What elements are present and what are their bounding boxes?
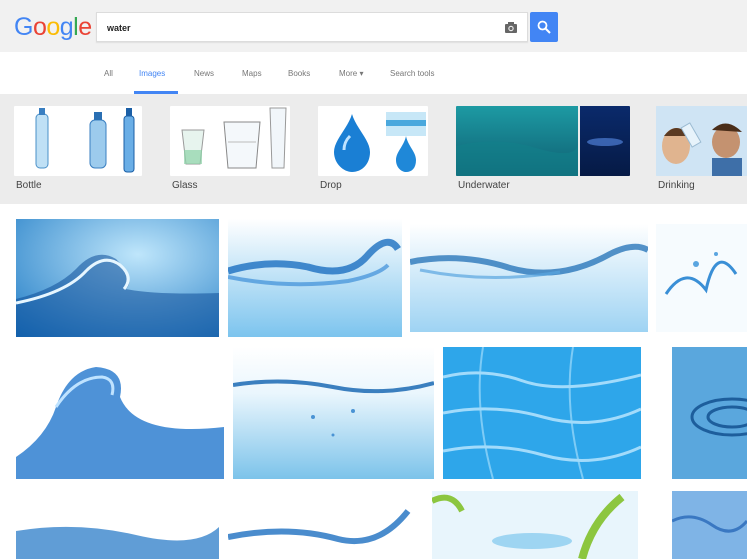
top-bar: Google [0,0,747,53]
google-logo[interactable]: Google [14,13,92,42]
image-result[interactable] [656,224,747,332]
image-result[interactable] [16,491,219,559]
water-wave-image [228,219,402,337]
related-label-drop[interactable]: Drop [320,180,342,191]
water-surface-image [233,347,434,479]
magnifier-icon [537,20,551,34]
image-result[interactable] [16,219,219,337]
water-wave-image [16,219,219,337]
water-texture-image [672,491,747,559]
image-result[interactable] [410,224,648,332]
related-chip-underwater[interactable] [456,106,630,176]
water-ripple-image [672,347,747,479]
tab-maps[interactable]: Maps [242,69,262,78]
water-wave-image [16,347,224,479]
tab-books[interactable]: Books [288,69,310,78]
image-result[interactable] [228,219,402,337]
underwater-thumbnail [456,106,630,176]
water-splash-image [410,224,648,332]
image-result[interactable] [228,491,422,559]
image-result[interactable] [672,491,747,559]
water-splash-image [656,224,747,332]
tab-search-tools[interactable]: Search tools [390,69,434,78]
related-chip-drop[interactable] [318,106,428,176]
related-chip-glass[interactable] [170,106,290,176]
search-input[interactable] [105,17,489,39]
logo-letter: e [78,13,92,41]
logo-letter: o [46,13,60,41]
related-label-drinking[interactable]: Drinking [658,180,695,191]
related-label-bottle[interactable]: Bottle [16,180,42,191]
glass-thumbnail [181,107,287,169]
camera-icon[interactable] [504,20,518,34]
related-chip-bottle[interactable] [14,106,142,176]
tab-all[interactable]: All [104,69,113,78]
drinking-thumbnail [656,106,747,176]
logo-letter: o [32,13,47,41]
related-label-underwater[interactable]: Underwater [458,180,510,191]
image-result[interactable] [672,347,747,479]
image-result[interactable] [443,347,641,479]
water-wave-image [228,491,422,559]
logo-letter: G [14,13,33,41]
bottle-thumbnail [35,108,135,173]
related-chip-drinking[interactable] [656,106,747,176]
water-splash-image [16,491,219,559]
pool-water-image [443,347,641,479]
search-box[interactable] [96,12,528,42]
search-tabs: All Images News Maps Books More ▾ Search… [0,52,747,94]
related-searches-strip: Bottle Glass Drop Underwater Drinking [0,94,747,204]
drop-thumbnail [334,112,426,172]
tab-news[interactable]: News [194,69,214,78]
image-result[interactable] [432,491,638,559]
tab-images[interactable]: Images [139,69,165,78]
water-leaf-image [432,491,638,559]
related-label-glass[interactable]: Glass [172,180,198,191]
image-result[interactable] [233,347,434,479]
search-button[interactable] [530,12,558,42]
logo-letter: g [59,13,74,41]
image-result[interactable] [16,347,224,479]
tab-more[interactable]: More ▾ [339,69,363,78]
